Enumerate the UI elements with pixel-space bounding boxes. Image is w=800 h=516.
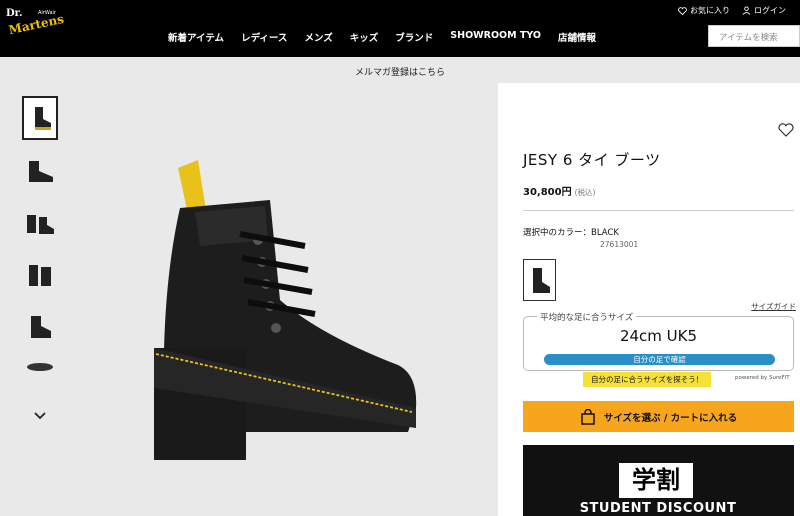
thumbnail-3[interactable]	[22, 200, 58, 244]
thumbnail-6[interactable]	[22, 356, 58, 378]
nav-stores[interactable]: 店舗情報	[558, 30, 596, 44]
boot-pair-front-thumb-icon	[29, 265, 51, 286]
fit-tip: 自分の足に合うサイズを探そう！	[583, 372, 712, 387]
site-header: Dr. Martens AirWair 新着アイテム レディース メンズ キッズ…	[0, 0, 800, 57]
login-link[interactable]: ログイン	[742, 5, 786, 16]
size-guide-link[interactable]: サイズガイド	[751, 301, 796, 312]
color-swatch-black[interactable]	[523, 259, 556, 301]
product-code: 27613001	[600, 240, 639, 249]
logo-text-dr: Dr.	[6, 8, 23, 19]
powered-by-label: powered by SureFIT	[735, 375, 790, 381]
newsletter-banner[interactable]: メルマガ登録はこちら	[0, 57, 800, 83]
search-input[interactable]: アイテムを検索	[708, 25, 800, 47]
favorites-link[interactable]: お気に入り	[678, 5, 730, 16]
thumbnail-1[interactable]	[22, 96, 58, 140]
cart-label: サイズを選ぶ / カートに入れる	[603, 412, 738, 424]
boot-side-thumb-icon	[35, 107, 51, 130]
surefit-widget: 平均的な足に合うサイズ 24cm UK5 自分の足で確認	[523, 311, 794, 371]
divider	[523, 210, 794, 211]
thumbnail-2[interactable]	[22, 148, 58, 192]
boot-angle-thumb-icon	[31, 316, 51, 338]
tax-note: (税込)	[574, 188, 596, 197]
chevron-down-icon[interactable]	[33, 409, 47, 423]
user-icon	[742, 6, 751, 15]
nav-kids[interactable]: キッズ	[350, 30, 379, 44]
nav-showroom[interactable]: SHOWROOM TYO	[450, 30, 541, 44]
thumbnail-5[interactable]	[22, 304, 58, 348]
heart-icon	[678, 6, 687, 15]
thumbnail-4[interactable]	[22, 252, 58, 296]
pull-tab-shape	[178, 160, 206, 214]
boot-pair-thumb-icon	[27, 215, 54, 234]
boot-swatch-icon	[532, 268, 550, 293]
fit-size: 24cm UK5	[619, 327, 698, 345]
product-price: 30,800円 (税込)	[523, 183, 595, 198]
promo-text: STUDENT DISCOUNT	[579, 501, 737, 516]
nav-brand[interactable]: ブランド	[395, 30, 433, 44]
thumbnail-list	[22, 96, 60, 386]
add-to-cart-button[interactable]: サイズを選ぶ / カートに入れる	[523, 401, 794, 432]
product-title: JESY 6 タイ ブーツ	[523, 151, 661, 169]
main-nav: 新着アイテム レディース メンズ キッズ ブランド SHOWROOM TYO 店…	[168, 30, 613, 44]
nav-mens[interactable]: メンズ	[304, 30, 332, 44]
utility-links: お気に入り ログイン	[678, 5, 786, 16]
logo-text-airwair: AirWair	[38, 10, 57, 16]
student-discount-banner[interactable]: 学割 STUDENT DISCOUNT	[523, 445, 794, 516]
favorites-label: お気に入り	[690, 6, 730, 15]
fit-label: 平均的な足に合うサイズ	[537, 311, 637, 323]
selected-color-label: 選択中のカラー：BLACK	[523, 228, 619, 238]
dr-martens-logo[interactable]: Dr. Martens AirWair	[4, 4, 70, 34]
nav-ladies[interactable]: レディース	[241, 30, 287, 44]
nav-new-arrivals[interactable]: 新着アイテム	[168, 30, 224, 44]
shopping-bag-icon	[581, 408, 595, 425]
product-main-image	[154, 160, 417, 460]
price-value: 30,800円	[523, 187, 572, 198]
boot-sole-thumb-icon	[27, 363, 53, 371]
check-own-feet-button[interactable]: 自分の足で確認	[544, 354, 775, 365]
boot-profile-thumb-icon	[29, 161, 53, 182]
promo-kanji: 学割	[619, 463, 693, 498]
favorite-heart-icon[interactable]	[778, 123, 794, 137]
product-info-panel: JESY 6 タイ ブーツ 30,800円 (税込) 選択中のカラー：BLACK …	[498, 83, 800, 516]
login-label: ログイン	[754, 6, 786, 15]
